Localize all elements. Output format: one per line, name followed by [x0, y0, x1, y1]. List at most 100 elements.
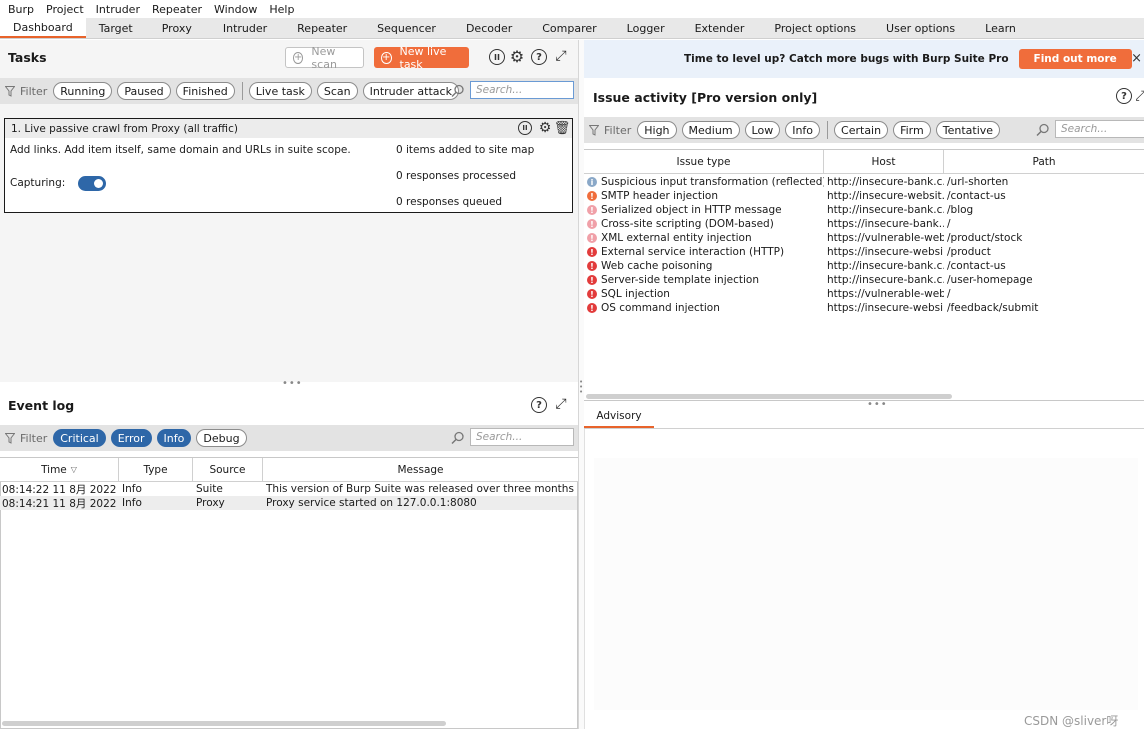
close-icon[interactable]: × [1131, 51, 1142, 66]
eventlog-scrollbar[interactable] [2, 721, 446, 726]
eventlog-filter[interactable]: Filter [5, 432, 47, 445]
tab-dashboard[interactable]: Dashboard [0, 18, 86, 38]
menu-intruder[interactable]: Intruder [90, 3, 146, 16]
expand-icon[interactable]: ⤢ [553, 48, 569, 64]
cell-path: / [947, 288, 951, 300]
cell-issue-type: ! Cross-site scripting (DOM-based) [584, 218, 824, 230]
capturing-toggle[interactable] [78, 176, 106, 191]
task-stat-processed: 0 responses processed [396, 170, 516, 182]
eventlog-search-input[interactable]: Search... [470, 428, 574, 446]
tab-decoder[interactable]: Decoder [451, 18, 527, 38]
new-scan-button[interactable]: + New scan [285, 45, 364, 71]
task-gear-icon[interactable]: ⚙ [537, 120, 553, 136]
menu-help[interactable]: Help [263, 3, 300, 16]
filter-medium[interactable]: Medium [681, 121, 740, 139]
filter-debug[interactable]: Debug [196, 429, 247, 447]
table-row[interactable]: 08:14:22 11 8月 2022 Info Suite This vers… [0, 482, 577, 496]
tasks-filter[interactable]: Filter [5, 85, 47, 98]
filter-firm[interactable]: Firm [893, 121, 931, 139]
filter-finished[interactable]: Finished [175, 82, 235, 100]
table-row[interactable]: ! SQL injection https://vulnerable-web... / [584, 287, 1144, 301]
table-row[interactable]: ! OS command injection https://insecure-we… [584, 301, 1144, 315]
help-icon[interactable]: ? [531, 49, 547, 65]
tab-sequencer[interactable]: Sequencer [362, 18, 451, 38]
filter-low[interactable]: Low [744, 121, 781, 139]
tab-extender[interactable]: Extender [680, 18, 760, 38]
table-row[interactable]: ! Serialized object in HTTP message http:/… [584, 203, 1144, 217]
new-live-task-button[interactable]: + New live task [374, 45, 469, 71]
issues-help-icon[interactable]: ? [1116, 88, 1132, 104]
tab-learn[interactable]: Learn [970, 18, 1031, 38]
trash-icon[interactable]: 🗑 [554, 120, 571, 136]
issues-search-input[interactable]: Search... [1055, 120, 1144, 138]
filter-critical[interactable]: Critical [53, 429, 106, 447]
col-issue-type[interactable]: Issue type [584, 150, 824, 173]
filter-info[interactable]: Info [785, 121, 821, 139]
eventlog-expand-icon[interactable]: ⤢ [553, 396, 569, 412]
issues-scrollbar[interactable] [586, 394, 952, 399]
filter-info[interactable]: Info [156, 429, 192, 447]
funnel-icon [589, 124, 599, 136]
col-type[interactable]: Type [119, 458, 193, 481]
cell-issue-type: ! OS command injection [584, 302, 824, 314]
tab-proxy[interactable]: Proxy [146, 18, 208, 38]
pause-icon[interactable]: II [489, 49, 505, 65]
menu-window[interactable]: Window [208, 3, 263, 16]
cell-type: Info [122, 497, 142, 509]
col-message[interactable]: Message [263, 458, 578, 481]
table-row[interactable]: ! Cross-site scripting (DOM-based) https:/… [584, 217, 1144, 231]
col-time[interactable]: Time ▽ [0, 458, 119, 481]
table-row[interactable]: ! Server-side template injection http://in… [584, 273, 1144, 287]
advisory-content [594, 458, 1138, 710]
filter-paused[interactable]: Paused [117, 82, 171, 100]
cell-issue-type: ! Web cache poisoning [584, 260, 824, 272]
filter-label: Filter [20, 431, 48, 445]
tab-repeater[interactable]: Repeater [282, 18, 362, 38]
find-out-more-button[interactable]: Find out more [1018, 49, 1132, 69]
cell-issue-type: ! SQL injection [584, 288, 824, 300]
filter-certain[interactable]: Certain [834, 121, 889, 139]
cell-source: Proxy [196, 497, 225, 509]
filter-live-task[interactable]: Live task [248, 82, 312, 100]
tasks-search-input[interactable]: Search... [470, 81, 574, 99]
table-row[interactable]: 08:14:21 11 8月 2022 Info Proxy Proxy ser… [0, 496, 577, 510]
task-pause-icon[interactable]: II [518, 121, 532, 135]
severity-low-icon: ! [587, 205, 597, 215]
search-icon [451, 84, 464, 98]
table-row[interactable]: i Suspicious input transformation (reflec… [584, 175, 1144, 189]
col-path[interactable]: Path [944, 150, 1144, 173]
filter-tentative[interactable]: Tentative [935, 121, 1001, 139]
filter-intruder-attack[interactable]: Intruder attack [362, 82, 459, 100]
live-task-card[interactable]: 1. Live passive crawl from Proxy (all tr… [4, 118, 573, 213]
table-row[interactable]: ! External service interaction (HTTP) http… [584, 245, 1144, 259]
tab-advisory[interactable]: Advisory [584, 406, 654, 428]
issues-expand-icon[interactable]: ⤢ [1136, 88, 1144, 104]
issues-filter[interactable]: Filter [589, 124, 631, 137]
col-host[interactable]: Host [824, 150, 944, 173]
issue-type-label: Cross-site scripting (DOM-based) [601, 218, 774, 230]
tab-comparer[interactable]: Comparer [527, 18, 611, 38]
task-stat-sitemap: 0 items added to site map [396, 144, 535, 156]
menu-project[interactable]: Project [40, 3, 90, 16]
menu-repeater[interactable]: Repeater [146, 3, 208, 16]
tab-logger[interactable]: Logger [612, 18, 680, 38]
cell-host: http://insecure-websit... [827, 190, 944, 202]
filter-scan[interactable]: Scan [316, 82, 358, 100]
col-source[interactable]: Source [193, 458, 263, 481]
table-row[interactable]: ! SMTP header injection http://insecure-we… [584, 189, 1144, 203]
tab-user-options[interactable]: User options [871, 18, 970, 38]
tab-project-options[interactable]: Project options [759, 18, 871, 38]
gear-icon[interactable]: ⚙ [509, 47, 525, 66]
filter-running[interactable]: Running [53, 82, 113, 100]
tab-target[interactable]: Target [86, 18, 146, 38]
tab-intruder[interactable]: Intruder [208, 18, 282, 38]
table-row[interactable]: ! Web cache poisoning http://insecure-bank… [584, 259, 1144, 273]
filter-high[interactable]: High [637, 121, 677, 139]
menu-burp[interactable]: Burp [2, 3, 40, 16]
filter-error[interactable]: Error [110, 429, 152, 447]
tasks-splitter[interactable]: ••• [282, 378, 303, 389]
funnel-icon [5, 432, 15, 444]
eventlog-help-icon[interactable]: ? [531, 397, 547, 413]
table-row[interactable]: ! XML external entity injection https://vu… [584, 231, 1144, 245]
issue-type-label: SMTP header injection [601, 190, 718, 202]
